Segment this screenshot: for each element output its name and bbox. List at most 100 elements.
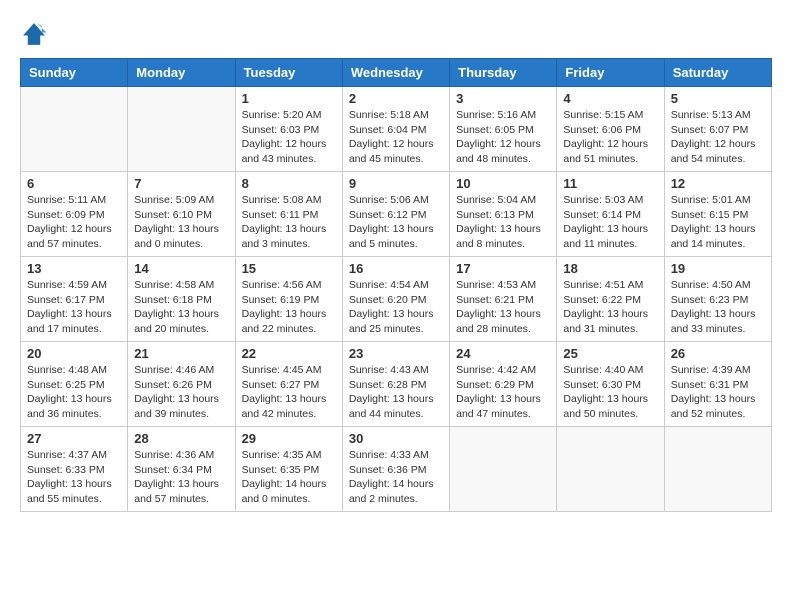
- day-number: 16: [349, 261, 443, 276]
- calendar-cell: 28 Sunrise: 4:36 AM Sunset: 6:34 PM Dayli…: [128, 427, 235, 512]
- calendar-cell: 22 Sunrise: 4:45 AM Sunset: 6:27 PM Dayli…: [235, 342, 342, 427]
- day-number: 15: [242, 261, 336, 276]
- calendar-cell: 23 Sunrise: 4:43 AM Sunset: 6:28 PM Dayli…: [342, 342, 449, 427]
- calendar-cell: 6 Sunrise: 5:11 AM Sunset: 6:09 PM Daylig…: [21, 172, 128, 257]
- page-header: [20, 20, 772, 48]
- day-number: 4: [563, 91, 657, 106]
- cell-info: Sunrise: 4:46 AM Sunset: 6:26 PM Dayligh…: [134, 363, 228, 422]
- calendar-cell: [664, 427, 771, 512]
- day-number: 2: [349, 91, 443, 106]
- day-header-friday: Friday: [557, 59, 664, 87]
- cell-info: Sunrise: 5:03 AM Sunset: 6:14 PM Dayligh…: [563, 193, 657, 252]
- calendar-cell: 24 Sunrise: 4:42 AM Sunset: 6:29 PM Dayli…: [450, 342, 557, 427]
- week-row-3: 13 Sunrise: 4:59 AM Sunset: 6:17 PM Dayli…: [21, 257, 772, 342]
- calendar-cell: 2 Sunrise: 5:18 AM Sunset: 6:04 PM Daylig…: [342, 87, 449, 172]
- calendar-cell: 11 Sunrise: 5:03 AM Sunset: 6:14 PM Dayli…: [557, 172, 664, 257]
- day-number: 17: [456, 261, 550, 276]
- day-header-thursday: Thursday: [450, 59, 557, 87]
- calendar-cell: 30Sunrise: 4:33 AM Sunset: 6:36 PM Dayli…: [342, 427, 449, 512]
- day-number: 9: [349, 176, 443, 191]
- cell-info: Sunrise: 4:42 AM Sunset: 6:29 PM Dayligh…: [456, 363, 550, 422]
- day-header-tuesday: Tuesday: [235, 59, 342, 87]
- cell-info: Sunrise: 4:58 AM Sunset: 6:18 PM Dayligh…: [134, 278, 228, 337]
- calendar-cell: 20Sunrise: 4:48 AM Sunset: 6:25 PM Dayli…: [21, 342, 128, 427]
- calendar-cell: [128, 87, 235, 172]
- day-number: 21: [134, 346, 228, 361]
- day-number: 10: [456, 176, 550, 191]
- calendar-cell: 29 Sunrise: 4:35 AM Sunset: 6:35 PM Dayli…: [235, 427, 342, 512]
- cell-info: Sunrise: 4:53 AM Sunset: 6:21 PM Dayligh…: [456, 278, 550, 337]
- day-header-sunday: Sunday: [21, 59, 128, 87]
- cell-info: Sunrise: 4:36 AM Sunset: 6:34 PM Dayligh…: [134, 448, 228, 507]
- logo: [20, 20, 52, 48]
- calendar-cell: 18 Sunrise: 4:51 AM Sunset: 6:22 PM Dayli…: [557, 257, 664, 342]
- week-row-5: 27Sunrise: 4:37 AM Sunset: 6:33 PM Dayli…: [21, 427, 772, 512]
- cell-info: Sunrise: 4:54 AM Sunset: 6:20 PM Dayligh…: [349, 278, 443, 337]
- cell-info: Sunrise: 5:16 AM Sunset: 6:05 PM Dayligh…: [456, 108, 550, 167]
- day-number: 30: [349, 431, 443, 446]
- day-number: 11: [563, 176, 657, 191]
- calendar-header-row: SundayMondayTuesdayWednesdayThursdayFrid…: [21, 59, 772, 87]
- day-number: 7: [134, 176, 228, 191]
- week-row-2: 6 Sunrise: 5:11 AM Sunset: 6:09 PM Daylig…: [21, 172, 772, 257]
- day-number: 5: [671, 91, 765, 106]
- calendar-table: SundayMondayTuesdayWednesdayThursdayFrid…: [20, 58, 772, 512]
- calendar-cell: 13 Sunrise: 4:59 AM Sunset: 6:17 PM Dayli…: [21, 257, 128, 342]
- calendar-cell: 1 Sunrise: 5:20 AM Sunset: 6:03 PM Daylig…: [235, 87, 342, 172]
- calendar-cell: 5Sunrise: 5:13 AM Sunset: 6:07 PM Daylig…: [664, 87, 771, 172]
- calendar-cell: 21 Sunrise: 4:46 AM Sunset: 6:26 PM Dayli…: [128, 342, 235, 427]
- day-number: 24: [456, 346, 550, 361]
- cell-info: Sunrise: 5:18 AM Sunset: 6:04 PM Dayligh…: [349, 108, 443, 167]
- calendar-cell: [450, 427, 557, 512]
- calendar-cell: [21, 87, 128, 172]
- calendar-cell: 16 Sunrise: 4:54 AM Sunset: 6:20 PM Dayli…: [342, 257, 449, 342]
- calendar-cell: 7 Sunrise: 5:09 AM Sunset: 6:10 PM Daylig…: [128, 172, 235, 257]
- cell-info: Sunrise: 4:43 AM Sunset: 6:28 PM Dayligh…: [349, 363, 443, 422]
- cell-info: Sunrise: 5:09 AM Sunset: 6:10 PM Dayligh…: [134, 193, 228, 252]
- day-number: 20: [27, 346, 121, 361]
- calendar-cell: 19 Sunrise: 4:50 AM Sunset: 6:23 PM Dayli…: [664, 257, 771, 342]
- day-number: 23: [349, 346, 443, 361]
- cell-info: Sunrise: 4:56 AM Sunset: 6:19 PM Dayligh…: [242, 278, 336, 337]
- cell-info: Sunrise: 4:59 AM Sunset: 6:17 PM Dayligh…: [27, 278, 121, 337]
- calendar-cell: 9 Sunrise: 5:06 AM Sunset: 6:12 PM Daylig…: [342, 172, 449, 257]
- day-header-monday: Monday: [128, 59, 235, 87]
- day-number: 8: [242, 176, 336, 191]
- calendar-cell: 10Sunrise: 5:04 AM Sunset: 6:13 PM Dayli…: [450, 172, 557, 257]
- calendar-cell: 25 Sunrise: 4:40 AM Sunset: 6:30 PM Dayli…: [557, 342, 664, 427]
- cell-info: Sunrise: 4:51 AM Sunset: 6:22 PM Dayligh…: [563, 278, 657, 337]
- day-number: 1: [242, 91, 336, 106]
- cell-info: Sunrise: 5:11 AM Sunset: 6:09 PM Dayligh…: [27, 193, 121, 252]
- day-number: 22: [242, 346, 336, 361]
- cell-info: Sunrise: 5:01 AM Sunset: 6:15 PM Dayligh…: [671, 193, 765, 252]
- day-number: 26: [671, 346, 765, 361]
- calendar-cell: 12 Sunrise: 5:01 AM Sunset: 6:15 PM Dayli…: [664, 172, 771, 257]
- day-number: 12: [671, 176, 765, 191]
- cell-info: Sunrise: 5:15 AM Sunset: 6:06 PM Dayligh…: [563, 108, 657, 167]
- cell-info: Sunrise: 5:06 AM Sunset: 6:12 PM Dayligh…: [349, 193, 443, 252]
- day-number: 3: [456, 91, 550, 106]
- day-number: 18: [563, 261, 657, 276]
- cell-info: Sunrise: 4:50 AM Sunset: 6:23 PM Dayligh…: [671, 278, 765, 337]
- day-number: 14: [134, 261, 228, 276]
- logo-icon: [20, 20, 48, 48]
- week-row-1: 1 Sunrise: 5:20 AM Sunset: 6:03 PM Daylig…: [21, 87, 772, 172]
- day-number: 27: [27, 431, 121, 446]
- day-number: 29: [242, 431, 336, 446]
- cell-info: Sunrise: 4:45 AM Sunset: 6:27 PM Dayligh…: [242, 363, 336, 422]
- calendar-cell: 26 Sunrise: 4:39 AM Sunset: 6:31 PM Dayli…: [664, 342, 771, 427]
- cell-info: Sunrise: 4:40 AM Sunset: 6:30 PM Dayligh…: [563, 363, 657, 422]
- cell-info: Sunrise: 5:08 AM Sunset: 6:11 PM Dayligh…: [242, 193, 336, 252]
- calendar-cell: 27Sunrise: 4:37 AM Sunset: 6:33 PM Dayli…: [21, 427, 128, 512]
- cell-info: Sunrise: 4:35 AM Sunset: 6:35 PM Dayligh…: [242, 448, 336, 507]
- calendar-cell: 3 Sunrise: 5:16 AM Sunset: 6:05 PM Daylig…: [450, 87, 557, 172]
- day-number: 28: [134, 431, 228, 446]
- day-number: 25: [563, 346, 657, 361]
- cell-info: Sunrise: 5:20 AM Sunset: 6:03 PM Dayligh…: [242, 108, 336, 167]
- calendar-cell: 17 Sunrise: 4:53 AM Sunset: 6:21 PM Dayli…: [450, 257, 557, 342]
- day-number: 6: [27, 176, 121, 191]
- day-header-wednesday: Wednesday: [342, 59, 449, 87]
- cell-info: Sunrise: 4:39 AM Sunset: 6:31 PM Dayligh…: [671, 363, 765, 422]
- day-number: 19: [671, 261, 765, 276]
- day-number: 13: [27, 261, 121, 276]
